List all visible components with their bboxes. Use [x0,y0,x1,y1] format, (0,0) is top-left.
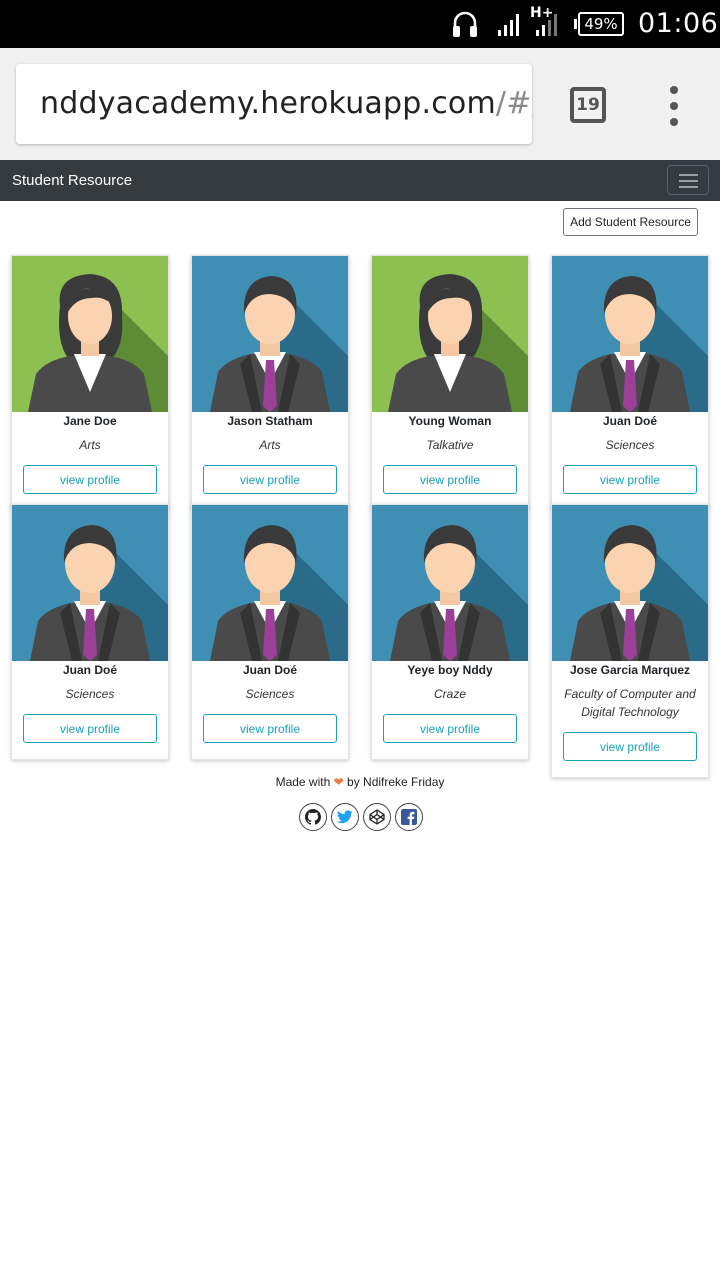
female-avatar-icon [372,256,528,412]
view-profile-button[interactable]: view profile [23,714,157,743]
student-name: Jane Doe [63,414,117,428]
student-name: Jose Garcia Marquez [569,663,691,677]
browser-menu-icon[interactable] [664,86,684,126]
student-department: Faculty of Computer and Digital Technolo… [564,687,696,719]
view-profile-button[interactable]: view profile [563,465,697,494]
student-card: Yeye boy Nddy Craze view profile [371,504,529,760]
male-avatar-icon [552,505,708,661]
made-with-text: Made with [275,775,331,789]
student-name: Juan Doé [62,663,117,677]
social-links [299,803,426,833]
facebook-icon[interactable] [395,803,423,831]
student-department: Sciences [605,438,655,452]
author-text: by Ndifreke Friday [347,775,445,789]
view-profile-button[interactable]: view profile [383,714,517,743]
female-avatar-icon [12,256,168,412]
github-icon[interactable] [299,803,327,831]
hamburger-menu-icon[interactable] [667,165,709,195]
add-student-resource-button[interactable]: Add Student Resource [563,208,698,236]
student-department: Sciences [245,687,295,701]
browser-toolbar: nddyacademy.herokuapp.com/#/ 19 [0,48,720,160]
student-name: Jason Statham [227,414,313,428]
navbar: Student Resource [0,160,720,201]
clock: 01:06 [638,8,719,39]
male-avatar-icon [552,256,708,412]
battery-nub [574,19,577,29]
student-card: Jason Statham Arts view profile [191,255,349,511]
signal-icon [498,14,519,36]
student-card: Juan Doé Sciences view profile [191,504,349,760]
footer-credit: Made with ❤ by Ndifreke Friday [0,775,720,789]
male-avatar-icon [192,505,348,661]
student-card: Jose Garcia Marquez Faculty of Computer a… [551,504,709,778]
student-department: Arts [259,438,281,452]
headphones-icon [453,11,477,37]
url-path: /#/ [495,86,532,121]
view-profile-button[interactable]: view profile [563,732,697,761]
view-profile-button[interactable]: view profile [203,714,337,743]
student-card: Juan Doé Sciences view profile [11,504,169,760]
student-name: Yeye boy Nddy [407,663,493,677]
view-profile-button[interactable]: view profile [23,465,157,494]
url-text: nddyacademy.herokuapp.com/#/ [40,86,532,121]
student-name: Juan Doé [242,663,297,677]
student-card: Young Woman Talkative view profile [371,255,529,511]
view-profile-button[interactable]: view profile [203,465,337,494]
signal-icon-secondary [536,14,557,36]
view-profile-button[interactable]: view profile [383,465,517,494]
codepen-icon[interactable] [363,803,391,831]
student-card: Juan Doé Sciences view profile [551,255,709,511]
twitter-icon[interactable] [331,803,359,831]
url-bar[interactable]: nddyacademy.herokuapp.com/#/ [16,64,532,144]
url-host: nddyacademy.herokuapp.com [40,86,496,121]
student-name: Juan Doé [602,414,657,428]
student-department: Sciences [65,687,115,701]
student-card: Jane Doe Arts view profile [11,255,169,511]
tab-switcher-button[interactable]: 19 [570,87,606,123]
student-department: Craze [433,687,466,701]
battery-indicator: 49% [578,12,624,36]
male-avatar-icon [12,505,168,661]
male-avatar-icon [372,505,528,661]
heart-icon: ❤ [333,775,344,789]
navbar-brand[interactable]: Student Resource [12,172,132,189]
student-department: Talkative [426,438,474,452]
male-avatar-icon [192,256,348,412]
student-department: Arts [79,438,101,452]
status-bar: H+ 49% 01:06 [0,0,720,48]
student-name: Young Woman [408,414,492,428]
